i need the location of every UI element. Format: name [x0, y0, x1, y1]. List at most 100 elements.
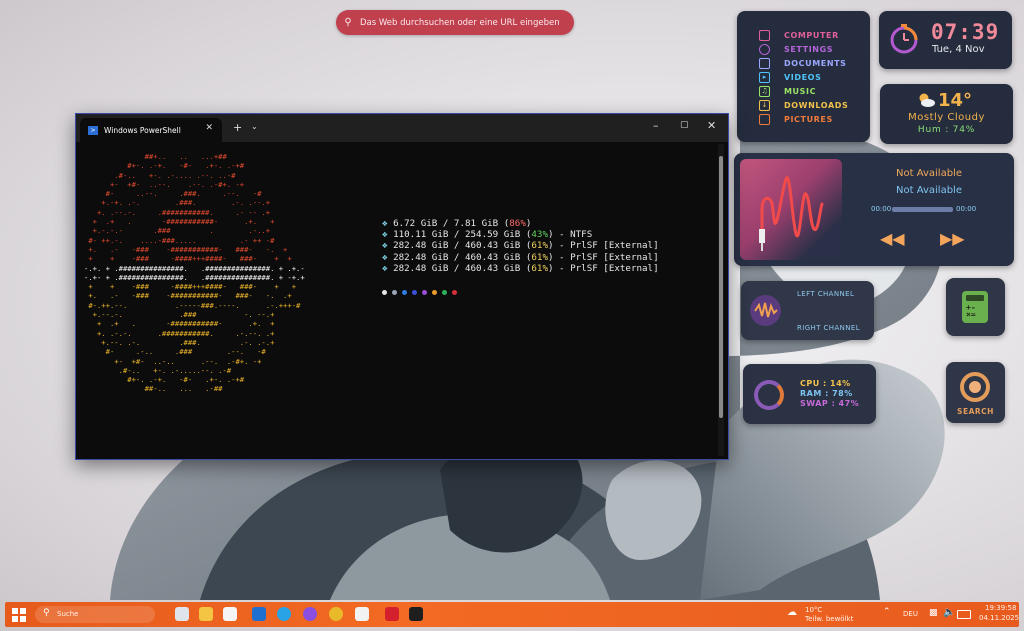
- palette-dot: [382, 290, 387, 295]
- shortcut-pictures[interactable]: PICTURES: [759, 112, 833, 126]
- usage-text: 282.48 GiB / 460.43 GiB (: [393, 240, 532, 252]
- terminal-app-icon[interactable]: [409, 607, 423, 621]
- shortcut-computer[interactable]: COMPUTER: [759, 28, 839, 42]
- chevron-up-icon[interactable]: ⌃: [883, 607, 891, 617]
- settings-icon: [759, 43, 770, 55]
- ascii-line: +. .- -### -###########- ###- -. +: [88, 244, 288, 254]
- minimize-button[interactable]: –: [653, 119, 659, 132]
- shortcut-label: DOWNLOADS: [784, 100, 849, 110]
- usage-percent: 43%: [531, 229, 548, 241]
- disk-info-line: ❖ 282.48 GiB / 460.43 GiB (61%) - PrlSF …: [382, 240, 659, 251]
- shortcut-downloads[interactable]: ↓ DOWNLOADS: [759, 98, 848, 112]
- ram-usage: RAM : 78%: [800, 389, 853, 398]
- office-icon[interactable]: [355, 607, 369, 621]
- search-icon: ⚲: [43, 608, 50, 618]
- ascii-line: +.--.-. .### -. --.+: [92, 310, 275, 320]
- disk-info-line: ❖ 110.11 GiB / 254.59 GiB (43%) - NTFS: [382, 229, 659, 240]
- shortcut-documents[interactable]: DOCUMENTS: [759, 56, 847, 70]
- calendar-app-icon[interactable]: [223, 607, 237, 621]
- ascii-line: +.-.-.- .### . .-..+: [92, 226, 271, 236]
- ascii-line: -.+. + .###############. .##############…: [84, 263, 305, 273]
- track-artist: Not Available: [896, 185, 962, 196]
- network-icon[interactable]: ▩: [929, 608, 938, 618]
- terminal-tab[interactable]: > Windows PowerShell ✕: [80, 118, 222, 142]
- palette-dot: [392, 290, 397, 295]
- taskbar-search[interactable]: ⚲ Suche: [35, 606, 155, 623]
- maximize-button[interactable]: ▢: [680, 120, 689, 130]
- scrollbar-thumb[interactable]: [719, 156, 723, 418]
- search-orb-icon: [960, 372, 990, 402]
- ascii-line: +.-+. .-. .###. .-. .--.+: [101, 198, 271, 208]
- shortcut-videos[interactable]: ▸ VIDEOS: [759, 70, 821, 84]
- ascii-line: ##-.. ... .-##: [144, 384, 223, 394]
- palette-dot: [422, 290, 427, 295]
- usage-ring-icon: [754, 380, 784, 410]
- search-widget[interactable]: SEARCH: [946, 362, 1005, 423]
- usage-suffix: ) - PrlSF [External]: [547, 251, 659, 263]
- shortcuts-widget: COMPUTER SETTINGS DOCUMENTS ▸ VIDEOS ♫ M…: [737, 11, 870, 142]
- shortcut-label: MUSIC: [784, 86, 817, 96]
- ascii-line: #- ++.-. ....-###..... .- ++ -#: [88, 235, 275, 245]
- previous-track-button[interactable]: ◀◀: [880, 229, 905, 248]
- ascii-line: -.+- + .###############. .##############…: [84, 272, 305, 282]
- chrome-icon[interactable]: [329, 607, 343, 621]
- cpu-usage: CPU : 14%: [800, 379, 851, 388]
- usage-suffix: ): [525, 218, 532, 229]
- ascii-line: + + -### -####+++####- ###- + +: [88, 254, 292, 264]
- browser-search-bar[interactable]: ⚲ Das Web durchsuchen oder eine URL eing…: [336, 10, 574, 35]
- shortcut-settings[interactable]: SETTINGS: [759, 42, 833, 56]
- outlook-icon[interactable]: [252, 607, 266, 621]
- next-track-button[interactable]: ▶▶: [940, 229, 965, 248]
- volume-icon[interactable]: 🔈: [943, 607, 955, 618]
- powershell-window: > Windows PowerShell ✕ + ⌄ – ▢ ✕ ##+.. .…: [75, 113, 729, 460]
- taskbar-date[interactable]: 04.11.2025: [979, 614, 1019, 622]
- ascii-line: .#-.. +-. .-.... .--. ..-#: [114, 170, 236, 180]
- palette-dot: [452, 290, 457, 295]
- disk-info-line: ❖ 6.72 GiB / 7.81 GiB (86%): [382, 218, 659, 229]
- total-time: 00:00: [956, 205, 977, 213]
- new-tab-button[interactable]: +: [233, 121, 242, 134]
- edge-icon[interactable]: [277, 607, 291, 621]
- task-view-icon[interactable]: [175, 607, 189, 621]
- diamond-bullet-icon: ❖: [382, 229, 394, 241]
- ascii-line: + + -### -####+++####- ###- + +: [88, 282, 297, 292]
- color-palette: [382, 290, 457, 295]
- weather-widget: 14° Mostly Cloudy Hum : 74%: [880, 84, 1013, 144]
- left-channel-label: LEFT CHANNEL: [797, 290, 855, 298]
- shortcut-music[interactable]: ♫ MUSIC: [759, 84, 816, 98]
- ascii-line: #+-. .-+. -#- .+-. .-+#: [127, 375, 245, 385]
- weather-condition: Mostly Cloudy: [908, 112, 985, 123]
- chevron-down-icon[interactable]: ⌄: [251, 122, 258, 131]
- calculator-widget[interactable]: +- ×=: [946, 278, 1005, 336]
- ascii-line: +. .- -### -###########- ###- -. .+: [88, 291, 292, 301]
- scrollbar[interactable]: [718, 144, 724, 456]
- file-explorer-icon[interactable]: [199, 607, 213, 621]
- copilot-icon[interactable]: [303, 607, 317, 621]
- diamond-bullet-icon: ❖: [382, 240, 394, 252]
- window-titlebar: > Windows PowerShell ✕ + ⌄ – ▢ ✕: [76, 114, 728, 142]
- taskbar-weather[interactable]: ☁ 10°C Teilw. bewölkt: [787, 604, 857, 625]
- taskbar: ⚲ Suche ☁ 10°C Teilw. bewölkt ⌃ DEU ▩ 🔈 …: [5, 602, 1019, 627]
- taskbar-weather-text: Teilw. bewölkt: [805, 615, 854, 623]
- language-indicator[interactable]: DEU: [903, 610, 918, 618]
- ascii-line: + .+ . -###########- .+. +: [96, 319, 275, 329]
- weather-humidity: Hum : 74%: [917, 125, 976, 135]
- parallels-icon[interactable]: [385, 607, 399, 621]
- progress-bar[interactable]: [892, 207, 953, 212]
- taskbar-time[interactable]: 19:39:58: [985, 604, 1016, 612]
- ascii-line: ##+.. .. ...+##: [144, 152, 227, 161]
- close-tab-icon[interactable]: ✕: [205, 123, 213, 133]
- usage-text: 110.11 GiB / 254.59 GiB (: [393, 229, 532, 241]
- usage-suffix: ) - PrlSF [External]: [547, 240, 659, 252]
- battery-icon[interactable]: [957, 610, 971, 619]
- palette-dot: [432, 290, 437, 295]
- downloads-icon: ↓: [759, 99, 770, 111]
- shortcut-label: SETTINGS: [784, 44, 834, 54]
- close-window-button[interactable]: ✕: [707, 119, 716, 132]
- usage-suffix: ) - PrlSF [External]: [547, 262, 659, 274]
- start-button[interactable]: [12, 607, 26, 622]
- media-player-widget: Not Available Not Available 00:00 00:00 …: [734, 153, 1014, 266]
- diamond-bullet-icon: ❖: [382, 218, 394, 229]
- ascii-line: +. .-.-. .###########. .-.--. .+: [96, 328, 275, 338]
- taskbar-weather-temp: 10°C: [805, 606, 823, 614]
